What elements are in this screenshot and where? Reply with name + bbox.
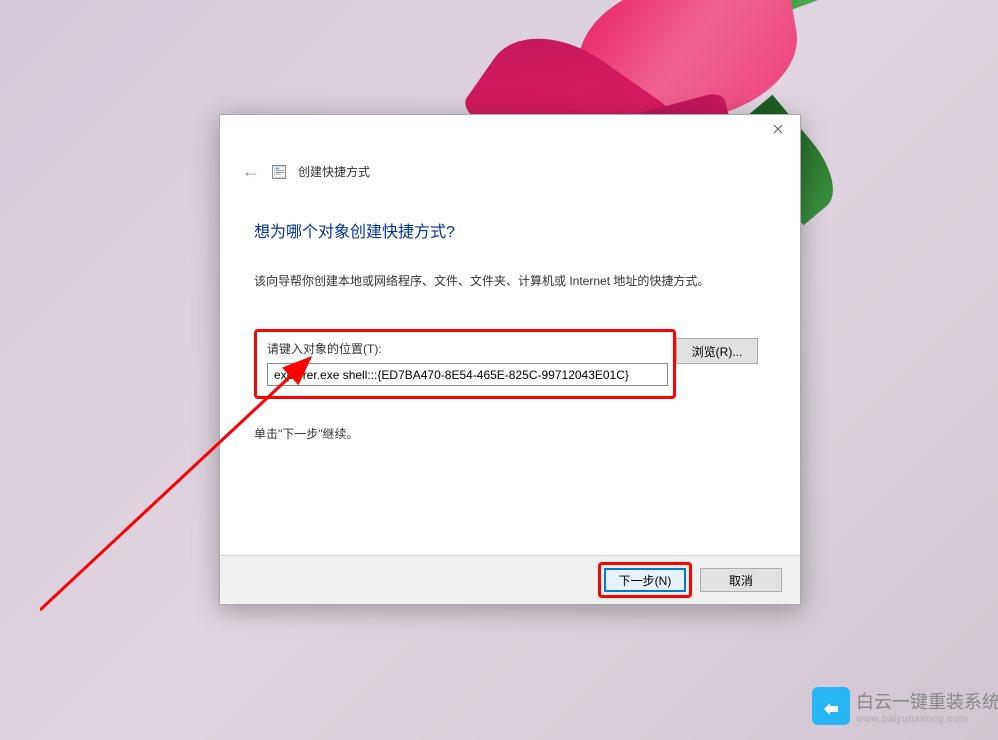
close-button[interactable]: [755, 115, 800, 142]
shortcut-wizard-icon: [272, 165, 286, 179]
titlebar: [220, 115, 800, 145]
next-button[interactable]: 下一步(N): [604, 568, 686, 592]
dialog-header: ← 创建快捷方式: [220, 161, 800, 182]
watermark: 白云一键重装系统 www.baiyunxitong.com: [812, 687, 998, 725]
watermark-url: www.baiyunxitong.com: [856, 714, 998, 725]
location-input[interactable]: [267, 363, 668, 386]
location-label: 请键入对象的位置(T):: [267, 340, 663, 357]
continue-instruction: 单击"下一步"继续。: [254, 425, 764, 442]
wizard-title: 创建快捷方式: [298, 163, 370, 180]
cancel-button[interactable]: 取消: [700, 568, 782, 592]
watermark-brand: 白云一键重装系统: [856, 688, 998, 714]
watermark-logo-icon: [812, 687, 850, 725]
wizard-heading: 想为哪个对象创建快捷方式?: [254, 218, 764, 242]
wizard-description: 该向导帮你创建本地或网络程序、文件、文件夹、计算机或 Internet 地址的快…: [254, 272, 764, 289]
dialog-footer: 下一步(N) 取消: [220, 555, 800, 604]
browse-button[interactable]: 浏览(R)...: [676, 338, 758, 364]
next-button-highlight: 下一步(N): [598, 562, 692, 598]
location-section-highlight: 请键入对象的位置(T):: [254, 329, 676, 399]
back-arrow-icon[interactable]: ←: [242, 161, 260, 182]
